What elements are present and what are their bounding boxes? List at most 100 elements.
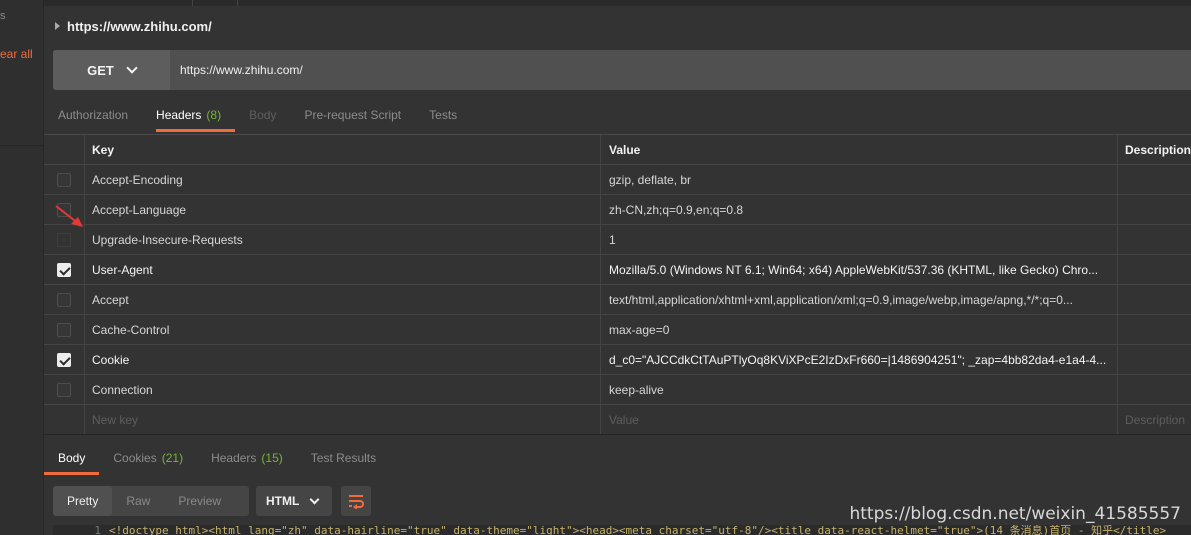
request-name: https://www.zhihu.com/	[67, 18, 212, 34]
format-select[interactable]: HTML	[256, 486, 332, 516]
row-checkbox[interactable]	[57, 262, 71, 277]
table-row: Accept-Language zh-CN,zh;q=0.9,en;q=0.8	[44, 195, 1191, 225]
response-tabs: Body Cookies (21) Headers (15) Test Result…	[44, 441, 390, 475]
headers-table: Key Value Description Accept-Encoding gz…	[44, 134, 1191, 435]
header-value[interactable]: zh-CN,zh;q=0.9,en;q=0.8	[601, 195, 1118, 224]
tab-response-body[interactable]: Body	[44, 441, 100, 475]
request-name-row[interactable]: https://www.zhihu.com/	[44, 12, 212, 40]
header-description[interactable]	[1118, 165, 1191, 194]
tab-edge	[237, 0, 238, 6]
response-divider	[44, 434, 1191, 435]
format-label: HTML	[266, 494, 300, 508]
header-value[interactable]: Mozilla/5.0 (Windows NT 6.1; Win64; x64)…	[601, 255, 1118, 284]
table-row: Accept text/html,application/xhtml+xml,a…	[44, 285, 1191, 315]
line-number: 1	[94, 525, 101, 535]
header-key[interactable]: User-Agent	[85, 255, 601, 284]
header-key[interactable]: Accept-Language	[85, 195, 601, 224]
header-checkbox-cell	[44, 135, 85, 164]
header-value[interactable]: gzip, deflate, br	[601, 165, 1118, 194]
row-checkbox[interactable]	[57, 172, 71, 187]
pretty-button[interactable]: Pretty	[53, 486, 113, 516]
tab-headers[interactable]: Headers (8)	[142, 98, 236, 132]
tab-tests[interactable]: Tests	[415, 98, 471, 132]
watermark-text: https://blog.csdn.net/weixin_41585557	[849, 504, 1181, 524]
tab-response-headers[interactable]: Headers (15)	[197, 441, 297, 475]
header-value[interactable]: d_c0="AJCCdkCtTAuPTlyOq8KViXPcE2IzDxFr66…	[601, 345, 1118, 374]
chevron-down-icon	[309, 494, 320, 504]
new-key-input[interactable]: New key	[85, 405, 601, 434]
tab-authorization[interactable]: Authorization	[44, 98, 142, 132]
header-value[interactable]: keep-alive	[601, 375, 1118, 404]
header-description[interactable]	[1118, 255, 1191, 284]
column-header-description: Description	[1125, 142, 1191, 157]
wrap-lines-icon	[349, 495, 364, 509]
tab-label: Cookies	[113, 451, 157, 465]
caret-right-icon[interactable]	[55, 22, 60, 30]
tab-body[interactable]: Body	[235, 98, 290, 132]
tab-label: Body	[249, 108, 277, 122]
new-value-input[interactable]: Value	[601, 405, 1118, 434]
tab-label: Tests	[429, 108, 458, 122]
tab-edge	[192, 0, 193, 6]
wrap-lines-button[interactable]	[341, 486, 371, 516]
checkbox-cell	[44, 165, 85, 194]
code-text: <!doctype html><html lang="zh" data-hair…	[109, 525, 1167, 535]
history-sidebar: s ear all	[0, 0, 44, 535]
clear-all-link[interactable]: ear all	[0, 47, 33, 61]
header-key[interactable]: Accept-Encoding	[85, 165, 601, 194]
tab-test-results[interactable]: Test Results	[297, 441, 390, 475]
header-description[interactable]	[1118, 225, 1191, 254]
headers-count: (8)	[206, 108, 222, 122]
column-header-value: Value	[601, 135, 1118, 164]
header-key[interactable]: Accept	[85, 285, 601, 314]
url-input[interactable]: https://www.zhihu.com/	[170, 50, 1191, 90]
tab-label: Authorization	[58, 108, 129, 122]
preview-button[interactable]: Preview	[164, 486, 235, 516]
checkbox-cell	[44, 405, 85, 434]
header-description[interactable]	[1118, 345, 1191, 374]
postman-window: s ear all https://www.zhihu.com/ GET htt…	[0, 0, 1191, 535]
tab-pre-request-script[interactable]: Pre-request Script	[290, 98, 415, 132]
header-key[interactable]: Cache-Control	[85, 315, 601, 344]
tab-label: Headers	[211, 451, 257, 465]
header-description[interactable]	[1118, 315, 1191, 344]
view-mode-toggle: Pretty Raw Preview	[53, 486, 249, 516]
header-description[interactable]	[1118, 285, 1191, 314]
row-checkbox[interactable]	[57, 322, 71, 337]
table-row: Cache-Control max-age=0	[44, 315, 1191, 345]
chevron-down-icon	[126, 62, 138, 74]
header-key[interactable]: Connection	[85, 375, 601, 404]
header-value[interactable]: text/html,application/xhtml+xml,applicat…	[601, 285, 1118, 314]
sidebar-text-fragment: s	[0, 10, 6, 22]
header-key[interactable]: Upgrade-Insecure-Requests	[85, 225, 601, 254]
new-description-input[interactable]: Description	[1118, 405, 1191, 434]
request-panel: https://www.zhihu.com/ GET https://www.z…	[44, 0, 1191, 535]
raw-button[interactable]: Raw	[112, 486, 164, 516]
table-header-row: Key Value Description	[44, 135, 1191, 165]
checkbox-cell	[44, 255, 85, 284]
url-bar: GET https://www.zhihu.com/	[53, 50, 1191, 90]
row-checkbox[interactable]	[57, 292, 71, 307]
tab-response-cookies[interactable]: Cookies (21)	[99, 441, 197, 475]
checkbox-cell	[44, 285, 85, 314]
row-checkbox[interactable]	[57, 352, 71, 367]
row-checkbox[interactable]	[57, 232, 71, 247]
red-arrow-icon	[55, 205, 83, 227]
request-tab-strip	[44, 0, 1191, 6]
tab-label: Body	[58, 451, 86, 465]
cookies-count: (21)	[161, 451, 184, 465]
tab-label: Headers	[156, 108, 202, 122]
header-value[interactable]: max-age=0	[601, 315, 1118, 344]
header-description[interactable]	[1118, 195, 1191, 224]
request-tabs: Authorization Headers (8) Body Pre-reques…	[44, 98, 1191, 132]
header-value[interactable]: 1	[601, 225, 1118, 254]
method-label: GET	[87, 62, 114, 78]
column-header-key: Key	[85, 135, 601, 164]
row-checkbox[interactable]	[57, 382, 71, 397]
response-headers-count: (15)	[261, 451, 283, 465]
tab-label: Pre-request Script	[304, 108, 402, 122]
header-key[interactable]: Cookie	[85, 345, 601, 374]
method-select[interactable]: GET	[53, 50, 170, 90]
checkbox-cell	[44, 375, 85, 404]
header-description[interactable]	[1118, 375, 1191, 404]
